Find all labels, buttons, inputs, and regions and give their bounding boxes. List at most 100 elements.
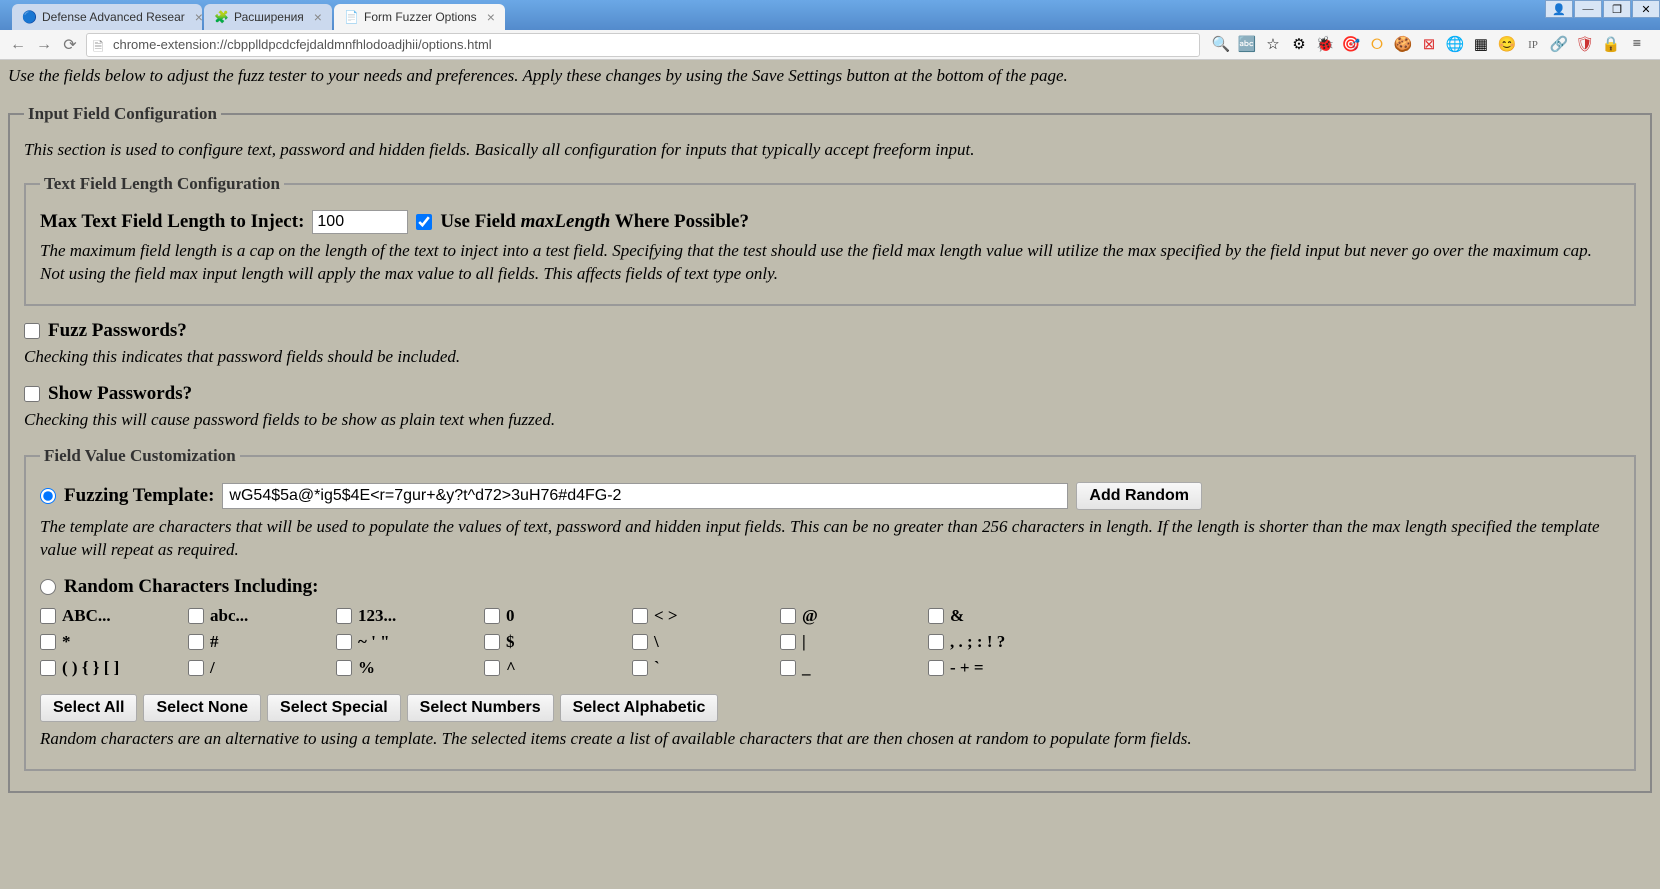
- char-option: < >: [632, 606, 772, 626]
- max-length-input[interactable]: [312, 210, 408, 234]
- char-option: ~ ' ": [336, 632, 476, 652]
- char-option-label: &: [950, 606, 964, 626]
- fuzzing-template-radio[interactable]: [40, 488, 56, 504]
- label-part: Use Field: [440, 211, 520, 232]
- char-option-checkbox[interactable]: [40, 634, 56, 650]
- char-option-checkbox[interactable]: [484, 608, 500, 624]
- translate-icon[interactable]: 🔤: [1238, 36, 1256, 54]
- extension-icon[interactable]: 🔗: [1550, 36, 1568, 54]
- show-passwords-block: Show Passwords? Checking this will cause…: [24, 383, 1636, 432]
- char-option-checkbox[interactable]: [632, 660, 648, 676]
- tab-title: Form Fuzzer Options: [364, 10, 477, 24]
- char-option-checkbox[interactable]: [780, 608, 796, 624]
- add-random-button[interactable]: Add Random: [1076, 482, 1202, 510]
- char-option-label: $: [506, 632, 515, 652]
- back-button[interactable]: ←: [8, 35, 28, 55]
- bookmark-icon[interactable]: ☆: [1264, 36, 1282, 54]
- char-option-checkbox[interactable]: [40, 608, 56, 624]
- zoom-icon[interactable]: 🔍: [1212, 36, 1230, 54]
- select-buttons-row: Select All Select None Select Special Se…: [40, 694, 1620, 722]
- extension-icon[interactable]: 😊: [1498, 36, 1516, 54]
- random-chars-help: Random characters are an alternative to …: [40, 728, 1620, 751]
- menu-icon[interactable]: ≡: [1628, 36, 1646, 54]
- random-chars-row: Random Characters Including:: [40, 576, 1620, 598]
- forward-button[interactable]: →: [34, 35, 54, 55]
- browser-tab-0[interactable]: 🔵 Defense Advanced Resear ×: [12, 4, 202, 30]
- use-maxlength-checkbox[interactable]: [416, 214, 432, 230]
- fuzz-passwords-checkbox[interactable]: [24, 323, 40, 339]
- random-chars-grid: ABC...abc...123...0< >@&*#~ ' "$\|, . ; …: [40, 606, 1620, 678]
- browser-nav-toolbar: ← → ⟳ 🗎 chrome-extension://cbpplldpcdcfe…: [0, 30, 1660, 60]
- extension-icon[interactable]: ⭘: [1368, 36, 1386, 54]
- char-option-checkbox[interactable]: [188, 608, 204, 624]
- char-option-checkbox[interactable]: [780, 660, 796, 676]
- extension-icon[interactable]: 🎯: [1342, 36, 1360, 54]
- label-part: Where Possible?: [610, 211, 749, 232]
- extension-icon[interactable]: 🛡: [1576, 36, 1594, 54]
- random-chars-label: Random Characters Including:: [64, 576, 318, 598]
- char-option-label: *: [62, 632, 71, 652]
- char-option-checkbox[interactable]: [928, 660, 944, 676]
- random-chars-radio[interactable]: [40, 579, 56, 595]
- window-minimize-button[interactable]: —: [1574, 0, 1602, 18]
- page-content: Use the fields below to adjust the fuzz …: [0, 56, 1660, 815]
- char-option-checkbox[interactable]: [780, 634, 796, 650]
- legend-field-value: Field Value Customization: [40, 446, 240, 466]
- char-option: - + =: [928, 658, 1068, 678]
- address-bar[interactable]: 🗎 chrome-extension://cbpplldpcdcfejdaldm…: [86, 33, 1200, 57]
- select-special-button[interactable]: Select Special: [267, 694, 401, 722]
- extension-icon[interactable]: ⊠: [1420, 36, 1438, 54]
- char-option-checkbox[interactable]: [188, 634, 204, 650]
- use-maxlength-label: Use Field maxLength Where Possible?: [440, 211, 749, 233]
- window-maximize-button[interactable]: ❐: [1603, 0, 1631, 18]
- char-option-checkbox[interactable]: [632, 608, 648, 624]
- browser-tab-2[interactable]: 📄 Form Fuzzer Options ×: [334, 4, 505, 30]
- char-option-checkbox[interactable]: [484, 634, 500, 650]
- window-close-button[interactable]: ✕: [1632, 0, 1660, 18]
- fieldset-field-value-customization: Field Value Customization Fuzzing Templa…: [24, 446, 1636, 771]
- window-user-button[interactable]: 👤: [1545, 0, 1573, 18]
- close-icon[interactable]: ×: [314, 9, 322, 25]
- legend-text-length: Text Field Length Configuration: [40, 174, 284, 194]
- fieldset-input-configuration: Input Field Configuration This section i…: [8, 104, 1652, 793]
- select-alphabetic-button[interactable]: Select Alphabetic: [560, 694, 719, 722]
- extension-icon[interactable]: 🍪: [1394, 36, 1412, 54]
- char-option-checkbox[interactable]: [484, 660, 500, 676]
- char-option-checkbox[interactable]: [336, 608, 352, 624]
- input-config-intro: This section is used to configure text, …: [24, 140, 1636, 160]
- gear-icon[interactable]: ⚙: [1290, 36, 1308, 54]
- close-icon[interactable]: ×: [487, 9, 495, 25]
- extension-icon[interactable]: 🐞: [1316, 36, 1334, 54]
- select-all-button[interactable]: Select All: [40, 694, 137, 722]
- char-option-checkbox[interactable]: [632, 634, 648, 650]
- char-option-label: @: [802, 606, 818, 626]
- char-option-label: ( ) { } [ ]: [62, 658, 119, 678]
- char-option-label: `: [654, 658, 660, 678]
- browser-toolbar-icons: 🔍 🔤 ☆ ⚙ 🐞 🎯 ⭘ 🍪 ⊠ 🌐 ▦ 😊 IP 🔗 🛡 🔒 ≡: [1206, 36, 1652, 54]
- char-option-checkbox[interactable]: [188, 660, 204, 676]
- char-option-checkbox[interactable]: [40, 660, 56, 676]
- reload-button[interactable]: ⟳: [60, 35, 80, 55]
- char-option-label: 0: [506, 606, 515, 626]
- char-option: 0: [484, 606, 624, 626]
- char-option: $: [484, 632, 624, 652]
- close-icon[interactable]: ×: [195, 9, 202, 25]
- extension-icon[interactable]: 🌐: [1446, 36, 1464, 54]
- fuzzing-template-row: Fuzzing Template: Add Random: [40, 482, 1620, 510]
- browser-tab-1[interactable]: 🧩 Расширения ×: [204, 4, 332, 30]
- char-option-checkbox[interactable]: [336, 634, 352, 650]
- max-length-label: Max Text Field Length to Inject:: [40, 211, 304, 233]
- char-option-checkbox[interactable]: [928, 608, 944, 624]
- extension-icon[interactable]: IP: [1524, 36, 1542, 54]
- select-none-button[interactable]: Select None: [143, 694, 261, 722]
- fuzzing-template-input[interactable]: [222, 483, 1068, 509]
- extension-icon[interactable]: ▦: [1472, 36, 1490, 54]
- char-option-checkbox[interactable]: [928, 634, 944, 650]
- fuzz-passwords-label: Fuzz Passwords?: [48, 320, 187, 342]
- char-option-label: \: [654, 632, 659, 652]
- show-passwords-checkbox[interactable]: [24, 386, 40, 402]
- select-numbers-button[interactable]: Select Numbers: [407, 694, 554, 722]
- char-option-checkbox[interactable]: [336, 660, 352, 676]
- extension-icon[interactable]: 🔒: [1602, 36, 1620, 54]
- char-option: abc...: [188, 606, 328, 626]
